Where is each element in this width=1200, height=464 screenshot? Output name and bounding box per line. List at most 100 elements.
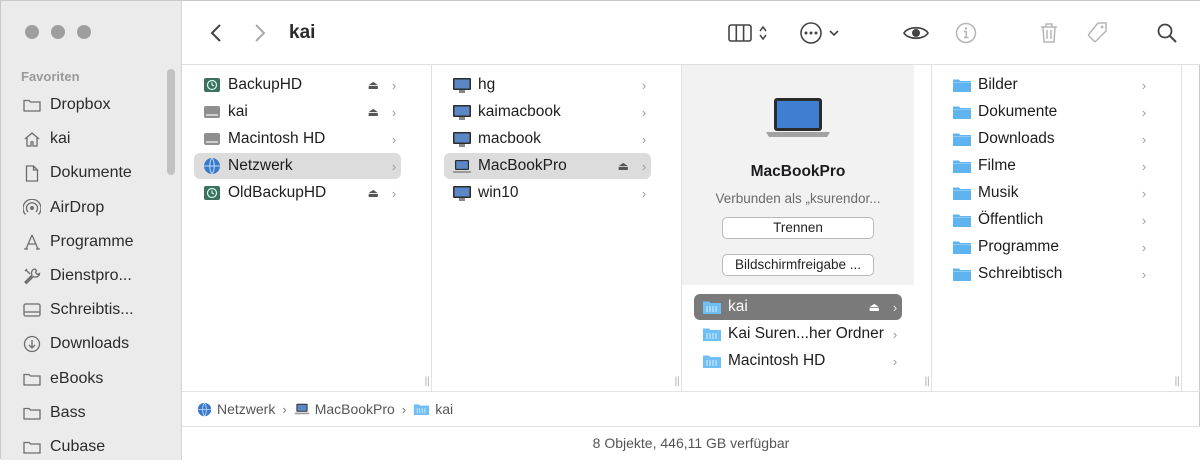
folder-icon bbox=[21, 96, 43, 114]
column-resize-handle[interactable]: || bbox=[924, 376, 930, 387]
sidebar-scrollbar[interactable] bbox=[167, 69, 175, 175]
laptop-icon bbox=[452, 157, 472, 175]
airdrop-icon bbox=[21, 198, 43, 217]
path-item-macbookpro[interactable]: MacBookPro bbox=[294, 401, 395, 417]
folder-icon bbox=[952, 238, 972, 256]
server-preview: MacBookPro Verbunden als „ksurendor... T… bbox=[682, 65, 914, 285]
minimize-button[interactable] bbox=[51, 25, 65, 39]
chevron-right-icon: › bbox=[1141, 104, 1147, 120]
status-bar: 8 Objekte, 446,11 GB verfügbar bbox=[182, 426, 1200, 459]
list-item[interactable]: OldBackupHD ⏏ › bbox=[194, 180, 401, 206]
list-item[interactable]: Dokumente › bbox=[944, 99, 1151, 125]
list-item[interactable]: Macintosh HD › bbox=[694, 348, 902, 374]
sidebar-item-label: kai bbox=[50, 130, 71, 148]
view-mode-button[interactable] bbox=[725, 19, 771, 47]
sidebar: Favoriten Dropbox kai Dokumente AirDrop … bbox=[1, 1, 182, 460]
list-item[interactable]: win10 › bbox=[444, 180, 651, 206]
eject-icon[interactable]: ⏏ bbox=[368, 78, 379, 92]
sidebar-item-label: Programme bbox=[50, 232, 134, 250]
chevron-updown-icon bbox=[759, 25, 767, 41]
column-resize-handle[interactable]: || bbox=[424, 376, 430, 387]
column-resize-handle[interactable]: || bbox=[674, 376, 680, 387]
more-icon bbox=[800, 22, 822, 44]
finder-window: Favoriten Dropbox kai Dokumente AirDrop … bbox=[0, 0, 1200, 460]
sidebar-item-programme[interactable]: Programme bbox=[1, 225, 182, 259]
back-button[interactable] bbox=[204, 19, 228, 47]
shared-folder-icon bbox=[702, 298, 722, 316]
sidebar-item-label: Downloads bbox=[50, 335, 130, 353]
list-item[interactable]: hg › bbox=[444, 72, 651, 98]
info-button[interactable] bbox=[954, 19, 978, 47]
list-item-selected[interactable]: MacBookPro ⏏ › bbox=[444, 153, 651, 179]
computer-icon bbox=[452, 184, 472, 202]
chevron-right-icon: › bbox=[641, 131, 647, 147]
network-globe-icon bbox=[202, 157, 222, 175]
list-item[interactable]: Schreibtisch › bbox=[944, 261, 1151, 287]
list-item[interactable]: Bilder › bbox=[944, 72, 1151, 98]
column-browser: BackupHD ⏏ › kai ⏏ › Macintosh HD › Netz… bbox=[182, 65, 1200, 391]
connection-status: Verbunden als „ksurendor... bbox=[715, 191, 881, 206]
list-item[interactable]: Programme › bbox=[944, 234, 1151, 260]
folder-icon bbox=[952, 76, 972, 94]
eject-icon[interactable]: ⏏ bbox=[368, 105, 379, 119]
search-button[interactable] bbox=[1155, 19, 1179, 47]
folder-icon bbox=[21, 404, 43, 422]
disconnect-button[interactable]: Trennen bbox=[722, 217, 874, 239]
list-item[interactable]: kai ⏏ › bbox=[194, 99, 401, 125]
eject-icon[interactable]: ⏏ bbox=[618, 159, 629, 173]
list-item[interactable]: Kai Suren...her Ordner › bbox=[694, 321, 902, 347]
close-button[interactable] bbox=[25, 25, 39, 39]
sidebar-item-dropbox[interactable]: Dropbox bbox=[1, 88, 182, 122]
sidebar-item-dienstprogramme[interactable]: Dienstpro... bbox=[1, 259, 182, 293]
chevron-right-icon: › bbox=[641, 158, 647, 174]
chevron-right-icon: › bbox=[391, 77, 397, 93]
chevron-right-icon: › bbox=[1141, 131, 1147, 147]
list-item[interactable]: Macintosh HD › bbox=[194, 126, 401, 152]
eject-icon[interactable]: ⏏ bbox=[869, 300, 880, 314]
column-resize-handle[interactable]: || bbox=[1174, 376, 1180, 387]
columns-view-icon bbox=[728, 24, 752, 42]
list-item[interactable]: BackupHD ⏏ › bbox=[194, 72, 401, 98]
forward-button[interactable] bbox=[248, 19, 272, 47]
chevron-right-icon: › bbox=[391, 185, 397, 201]
trash-button[interactable] bbox=[1037, 19, 1061, 47]
laptop-icon bbox=[294, 403, 310, 415]
chevron-right-icon: › bbox=[1141, 158, 1147, 174]
chevron-right-icon: › bbox=[641, 104, 647, 120]
document-icon bbox=[21, 164, 43, 182]
sidebar-item-dokumente[interactable]: Dokumente bbox=[1, 156, 182, 190]
sidebar-item-ebooks[interactable]: eBooks bbox=[1, 362, 182, 396]
list-item[interactable]: Öffentlich › bbox=[944, 207, 1151, 233]
trash-icon bbox=[1041, 23, 1057, 43]
action-menu-button[interactable] bbox=[796, 19, 842, 47]
list-item-selected[interactable]: kai ⏏ › bbox=[694, 294, 902, 320]
timemachine-disk-icon bbox=[202, 184, 222, 202]
chevron-right-icon: › bbox=[641, 77, 647, 93]
screen-sharing-button[interactable]: Bildschirmfreigabe ... bbox=[722, 254, 874, 276]
list-item-selected[interactable]: Netzwerk › bbox=[194, 153, 401, 179]
sidebar-item-schreibtisch[interactable]: Schreibtis... bbox=[1, 293, 182, 327]
path-item-netzwerk[interactable]: Netzwerk bbox=[197, 401, 275, 417]
chevron-right-icon: › bbox=[892, 353, 898, 369]
search-icon bbox=[1157, 23, 1177, 43]
sidebar-item-label: Schreibtis... bbox=[50, 301, 134, 319]
quicklook-button[interactable] bbox=[901, 19, 931, 47]
sidebar-item-downloads[interactable]: Downloads bbox=[1, 327, 182, 361]
sidebar-item-kai[interactable]: kai bbox=[1, 122, 182, 156]
path-item-kai[interactable]: kai bbox=[413, 401, 453, 417]
list-item[interactable]: Filme › bbox=[944, 153, 1151, 179]
list-item[interactable]: Downloads › bbox=[944, 126, 1151, 152]
sidebar-item-airdrop[interactable]: AirDrop bbox=[1, 191, 182, 225]
sidebar-item-label: AirDrop bbox=[50, 198, 105, 216]
chevron-right-icon: › bbox=[391, 131, 397, 147]
folder-icon bbox=[21, 438, 43, 456]
list-item[interactable]: macbook › bbox=[444, 126, 651, 152]
list-item[interactable]: Musik › bbox=[944, 180, 1151, 206]
folder-icon bbox=[21, 370, 43, 388]
tags-button[interactable] bbox=[1084, 19, 1110, 47]
sidebar-item-bass[interactable]: Bass bbox=[1, 396, 182, 430]
list-item[interactable]: kaimacbook › bbox=[444, 99, 651, 125]
eject-icon[interactable]: ⏏ bbox=[368, 186, 379, 200]
laptop-icon bbox=[766, 98, 830, 137]
zoom-button[interactable] bbox=[77, 25, 91, 39]
